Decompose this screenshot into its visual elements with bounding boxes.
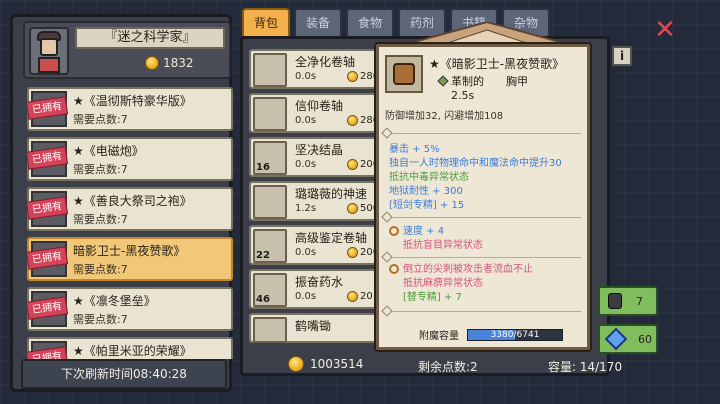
divider-diamond [381, 211, 393, 223]
coin-icon [347, 247, 358, 258]
item-price: 280 [347, 115, 379, 126]
tooltip-bonus-1: 速度 + 4 抵抗盲目异常状态 [389, 225, 483, 253]
avatar-body [38, 57, 60, 73]
gold-value: 1003514 [310, 357, 364, 371]
remaining-points: 剩余点数:2 [418, 360, 478, 374]
gem-count: 60 [638, 332, 652, 346]
enchant-bar: 3380/6741 [467, 328, 563, 341]
list-item[interactable]: 已拥有 ★《电磁炮》 需要点数:7 [27, 137, 233, 181]
coin-icon [145, 56, 159, 70]
list-item-selected[interactable]: 已拥有 暗影卫士-黑夜赞歌》 需要点数:7 [27, 237, 233, 281]
enchant-value: 3380/6741 [490, 329, 540, 340]
item-name: 信仰卷轴 [295, 99, 344, 113]
divider-diamond [381, 251, 393, 263]
recipe-req: 需要点数:7 [73, 313, 128, 326]
list-item[interactable]: 已拥有 ★《善良大祭司之袍》 需要点数:7 [27, 187, 233, 231]
refresh-timer: 下次刷新时间08:40:28 [21, 359, 227, 389]
tooltip-base-stats: 防御增加32, 闪避增加108 [385, 111, 504, 122]
tooltip-slot: 胸甲 [506, 75, 528, 88]
list-item[interactable]: 已拥有 ★《温彻斯特豪华版》 需要点数:7 [27, 87, 233, 131]
divider-diamond [381, 305, 393, 317]
recipe-panel: 『迷之科学家』 1832 已拥有 ★《温彻斯特豪华版》 需要点数:7 已拥有 ★… [10, 14, 233, 392]
list-item[interactable]: 已拥有 ★《帕里米亚的荣耀》 [27, 337, 233, 359]
gem-icon [253, 185, 287, 219]
tooltip-stats: 暴击 + 5% 独自一人时物理命中和魔法命中提升30 抵抗中毒异常状态 地狱耐性… [389, 144, 562, 211]
material-icon [437, 75, 449, 87]
recipe-req: 需要点数:7 [73, 263, 128, 276]
player-card: 『迷之科学家』 1832 [23, 21, 231, 79]
enchant-label: 附魔容量 [419, 331, 459, 342]
recipe-req: 需要点数:7 [73, 113, 128, 126]
coin-icon [347, 71, 358, 82]
coin-icon [288, 356, 304, 372]
divider [385, 311, 581, 312]
item-tooltip: ★《暗影卫士-黑夜赞歌》 革制的 胸甲 2.5s 防御增加32, 闪避增加108… [376, 44, 590, 350]
item-price: 20 [347, 291, 373, 302]
divider [385, 133, 581, 134]
item-time: 0.0s [295, 291, 317, 302]
item-name: 坚决结晶 [295, 143, 344, 157]
recipe-title: 暗影卫士-黑夜赞歌》 [73, 244, 186, 258]
tooltip-material: 革制的 胸甲 [437, 73, 528, 89]
key-icon [389, 226, 399, 236]
pickaxe-icon [253, 317, 287, 343]
player-points-value: 1832 [163, 56, 194, 70]
info-icon[interactable]: i [612, 46, 632, 66]
item-time: 0.0s [295, 71, 317, 82]
item-time: 0.0s [295, 115, 317, 126]
item-name: 全净化卷轴 [295, 55, 356, 69]
coin-icon [347, 203, 358, 214]
list-item[interactable]: 已拥有 ★《凛冬堡垒》 需要点数:7 [27, 287, 233, 331]
potion-icon: 46 [253, 273, 287, 307]
coin-icon [347, 115, 358, 126]
gem-button[interactable]: 60 [598, 324, 658, 354]
item-time: 0.0s [295, 247, 317, 258]
armor-icon [385, 55, 423, 93]
divider-diamond [381, 127, 393, 139]
tooltip-title: ★《暗影卫士-黑夜赞歌》 [429, 57, 565, 71]
recipe-title: ★《温彻斯特豪华版》 [73, 94, 192, 108]
item-name: 振奋药水 [295, 275, 344, 289]
divider [385, 257, 581, 258]
tooltip-time: 2.5s [451, 89, 475, 102]
recipe-list[interactable]: 已拥有 ★《温彻斯特豪华版》 需要点数:7 已拥有 ★《电磁炮》 需要点数:7 … [27, 87, 233, 359]
player-name: 『迷之科学家』 [75, 27, 225, 49]
capacity: 容量: 14/170 [548, 360, 623, 374]
person-icon [608, 293, 622, 309]
recipe-req: 需要点数:7 [73, 213, 128, 226]
item-name: 高级鉴定卷轴 [295, 231, 368, 245]
coin-icon [347, 159, 358, 170]
recipe-req: 需要点数:7 [73, 163, 128, 176]
recipe-title: ★《善良大祭司之袍》 [73, 194, 192, 208]
key-icon [389, 264, 399, 274]
enchant-capacity: 附魔容量 3380/6741 [419, 327, 563, 342]
people-count: 7 [636, 294, 643, 308]
close-icon[interactable]: ✕ [652, 17, 678, 44]
scroll-icon [253, 97, 287, 131]
diamond-icon [604, 327, 628, 351]
item-price: 280 [347, 71, 379, 82]
tooltip-bonus-2: 倒立的尖刺被攻击者流血不止 抵抗麻痹异常状态 [替专精] + 7 [389, 263, 533, 305]
coin-icon [347, 291, 358, 302]
item-price: 200 [347, 159, 379, 170]
recipe-title: ★《帕里米亚的荣耀》 [73, 344, 192, 358]
item-price: 200 [347, 247, 379, 258]
item-time: 0.0s [295, 159, 317, 170]
tab-food[interactable]: 食物 [346, 8, 394, 36]
scroll-icon [253, 53, 287, 87]
scroll-icon: 22 [253, 229, 287, 263]
people-button[interactable]: 7 [598, 286, 658, 316]
tab-backpack[interactable]: 背包 [242, 8, 290, 36]
recipe-title: ★《电磁炮》 [73, 144, 144, 158]
avatar-face [40, 38, 58, 56]
recipe-title: ★《凛冬堡垒》 [73, 294, 156, 308]
item-time: 1.2s [295, 203, 317, 214]
divider [385, 217, 581, 218]
item-name: 璐璐薇的神速 [295, 187, 368, 201]
tab-equipment[interactable]: 装备 [294, 8, 342, 36]
crystal-icon: 16 [253, 141, 287, 175]
item-name: 鹤嘴锄 [295, 319, 332, 333]
avatar[interactable] [29, 27, 69, 75]
player-points: 1832 [145, 53, 225, 73]
